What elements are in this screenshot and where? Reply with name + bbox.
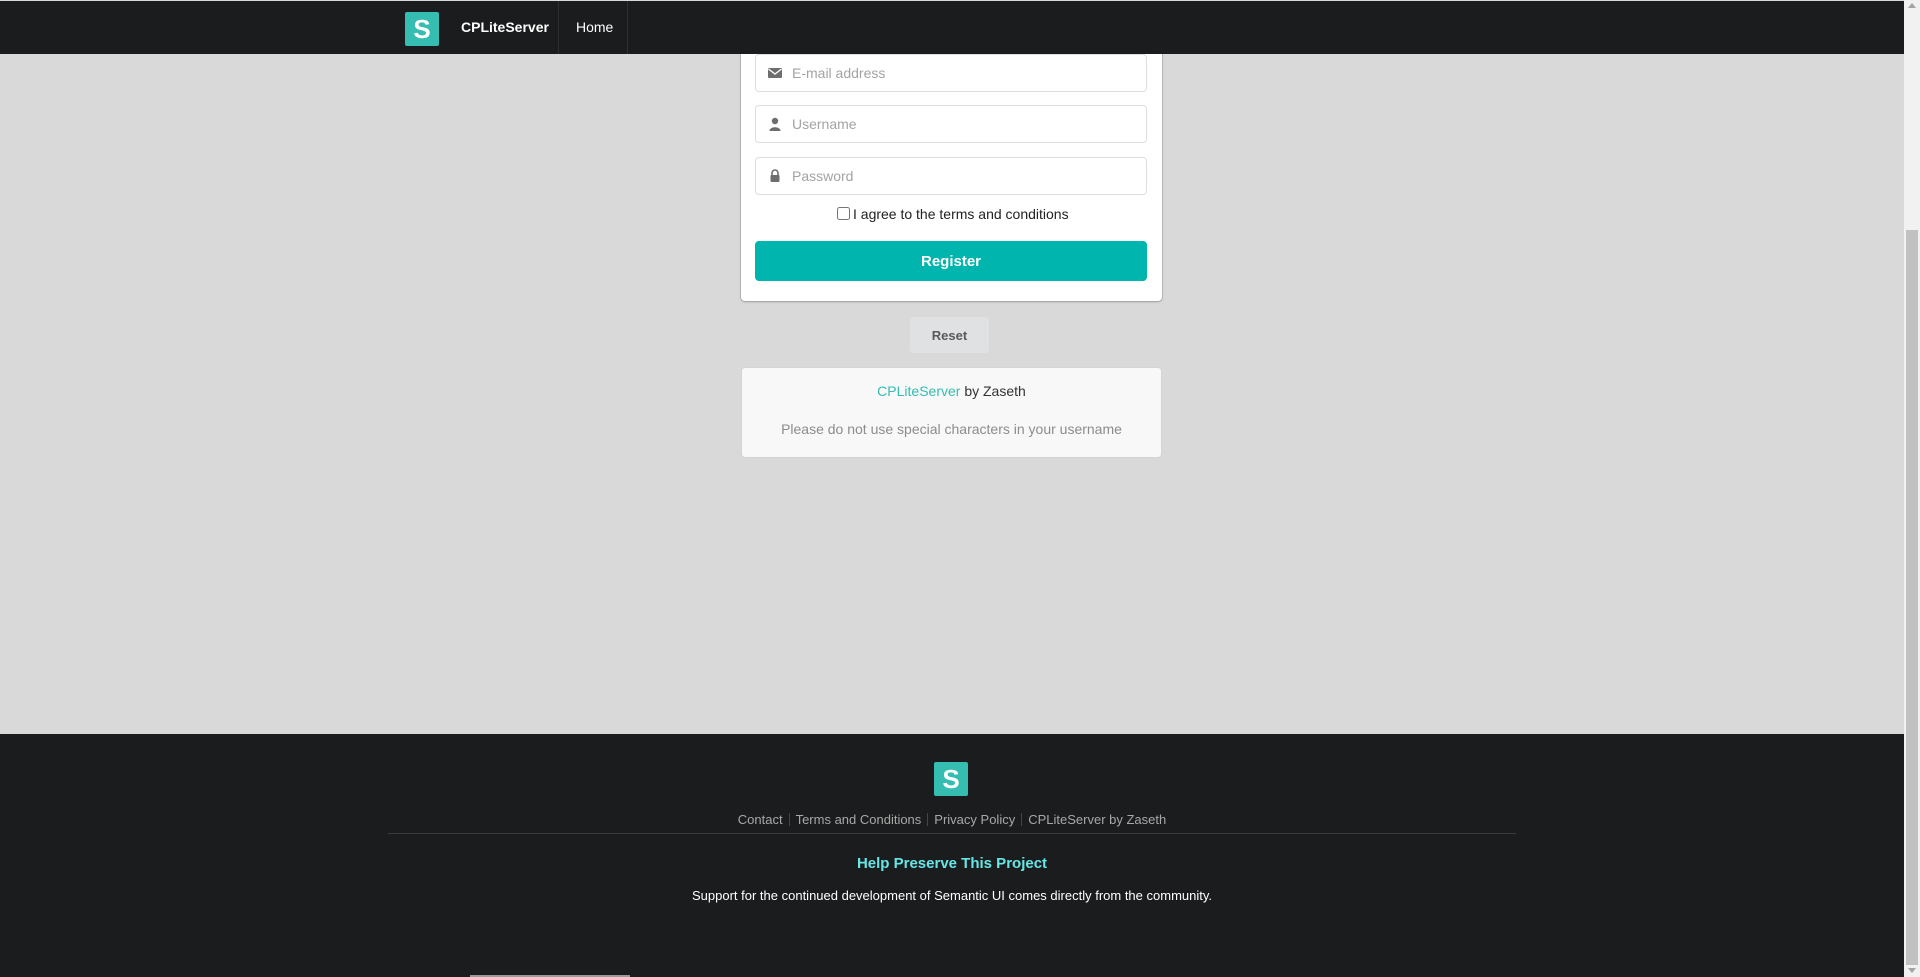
- info-message: CPLiteServer by Zaseth Please do not use…: [741, 367, 1162, 458]
- top-menu: S CPLiteServer Home: [0, 1, 1904, 54]
- reset-button[interactable]: Reset: [910, 317, 989, 353]
- terms-agreement[interactable]: I agree to the terms and conditions: [837, 206, 1077, 222]
- menu-divider: [627, 1, 628, 54]
- scroll-down-icon[interactable]: [1908, 968, 1916, 973]
- username-input[interactable]: [792, 106, 1132, 142]
- terms-checkbox[interactable]: [837, 207, 850, 220]
- brand-link[interactable]: CPLiteServer: [461, 1, 549, 54]
- author-text: by Zaseth: [960, 383, 1026, 399]
- footer-heading: Help Preserve This Project: [856, 855, 1048, 872]
- password-field[interactable]: [755, 157, 1147, 195]
- logo-icon[interactable]: S: [405, 12, 439, 46]
- scroll-up-icon[interactable]: [1908, 3, 1916, 8]
- vertical-scrollbar[interactable]: [1904, 0, 1920, 977]
- credit-line: CPLiteServer by Zaseth: [742, 383, 1161, 399]
- footer-text: Support for the continued development of…: [692, 888, 1212, 903]
- user-icon: [769, 117, 781, 131]
- register-button[interactable]: Register: [755, 241, 1147, 281]
- footer-link-contact[interactable]: Contact: [732, 812, 789, 827]
- cpliteserver-link[interactable]: CPLiteServer: [877, 383, 960, 399]
- home-link[interactable]: Home: [576, 1, 613, 54]
- footer-logo-icon: S: [934, 762, 968, 796]
- footer-link-privacy[interactable]: Privacy Policy: [928, 812, 1021, 827]
- footer-links: Contact Terms and Conditions Privacy Polic…: [0, 812, 1904, 827]
- footer: S Contact Terms and Conditions Privacy Pol…: [0, 734, 1904, 977]
- username-field[interactable]: [755, 105, 1147, 143]
- envelope-icon: [768, 68, 782, 78]
- scrollbar-thumb[interactable]: [1906, 230, 1918, 965]
- username-note: Please do not use special characters in …: [781, 421, 1122, 437]
- lock-icon: [770, 169, 780, 182]
- terms-label: I agree to the terms and conditions: [853, 206, 1069, 222]
- password-input[interactable]: [792, 158, 1132, 194]
- menu-divider: [558, 1, 559, 54]
- footer-link-credit[interactable]: CPLiteServer by Zaseth: [1022, 812, 1172, 827]
- register-form-card: I agree to the terms and conditions Regi…: [741, 40, 1162, 301]
- email-field[interactable]: [755, 54, 1147, 92]
- email-input[interactable]: [792, 55, 1132, 91]
- footer-link-terms[interactable]: Terms and Conditions: [790, 812, 928, 827]
- footer-divider: [388, 833, 1516, 834]
